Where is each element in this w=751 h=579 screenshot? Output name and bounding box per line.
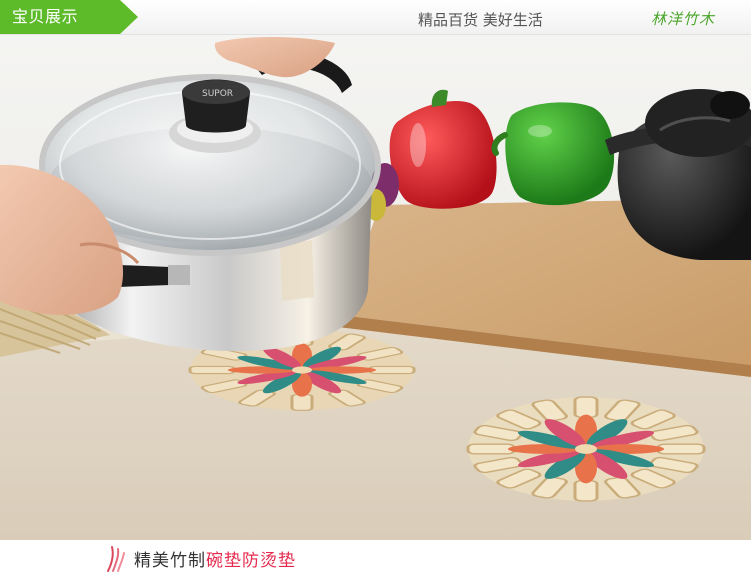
lid-knob-brand: SUPOR — [202, 89, 233, 99]
section-tab[interactable]: 宝贝展示 — [0, 0, 138, 34]
section-tab-label: 宝贝展示 — [12, 7, 79, 26]
caption-text: 精美竹制碗垫防烫垫 — [134, 551, 296, 571]
bamboo-coaster-front — [466, 396, 706, 502]
store-slogan: 精品百货 美好生活 — [418, 11, 543, 29]
bamboo-leaf-icon — [107, 546, 125, 572]
page-header: 宝贝展示 精品百货 美好生活 林洋竹木 — [0, 0, 751, 35]
caption-prefix: 精美竹制 — [134, 551, 206, 571]
product-photo-illustration: SUPOR — [0, 35, 751, 540]
product-photo: SUPOR — [0, 35, 751, 540]
brand-logo-text: 林洋竹木 — [651, 10, 716, 28]
caption-highlight: 碗垫防烫垫 — [206, 551, 296, 571]
product-caption: 精美竹制碗垫防烫垫 — [0, 541, 751, 579]
